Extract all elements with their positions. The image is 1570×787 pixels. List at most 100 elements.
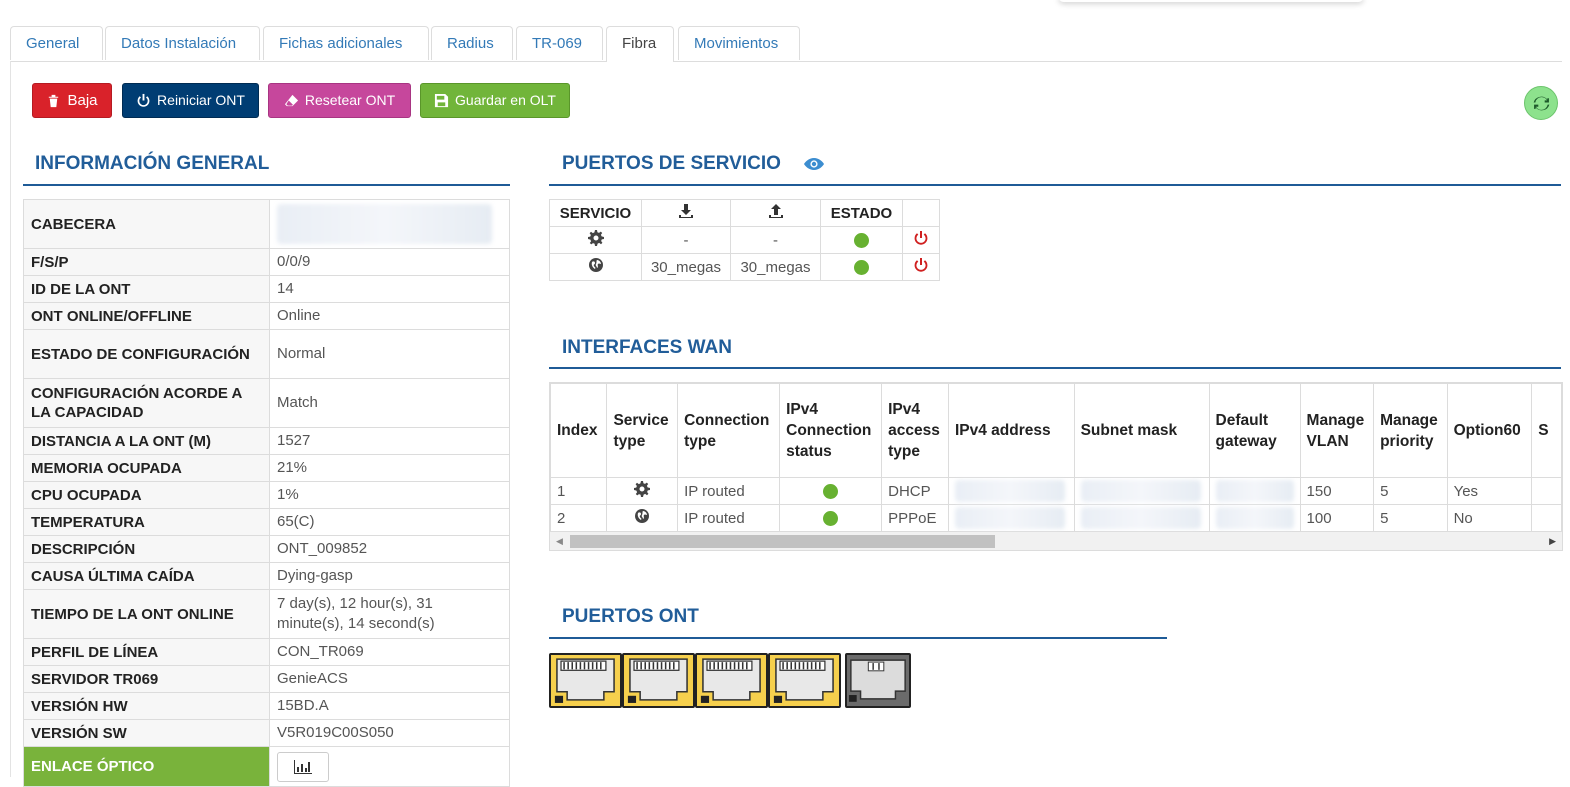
service-down-value: - [641,226,731,254]
reiniciar-ont-button[interactable]: Reiniciar ONT [122,83,259,118]
enlace-optico-cell [269,746,510,787]
wan-header: Service type [606,383,679,478]
service-row: - - [549,226,940,254]
info-row: ESTADO DE CONFIGURACIÓN Normal [23,329,510,379]
info-row: VERSIÓN HW 15BD.A [23,692,510,720]
info-key: CAUSA ÚLTIMA CAÍDA [23,562,270,590]
info-row: TEMPERATURA 65(C) [23,508,510,536]
info-row: ONT ONLINE/OFFLINE Online [23,302,510,330]
wan-connection-status [779,477,883,505]
wan-header: IPv4 access type [881,383,949,478]
horizontal-scrollbar[interactable]: ◀ ▶ [550,532,1562,550]
info-key: ENLACE ÓPTICO [23,746,270,787]
wan-row: 1 IP routed DHCP 150 5 Yes [550,477,1562,505]
wan-header: Option60 [1446,383,1533,478]
wan-extra-cell [1531,504,1562,532]
wan-ipv4-address-redacted [947,477,1075,505]
info-key: ID DE LA ONT [23,275,270,303]
guardar-en-olt-button[interactable]: Guardar en OLT [420,83,570,118]
status-online-dot [823,484,839,500]
info-value: GenieACS [269,665,510,693]
info-row: MEMORIA OCUPADA 21% [23,454,510,482]
refresh-icon [1533,96,1549,110]
info-row-cabecera: CABECERA [23,199,510,249]
ont-port-active[interactable] [695,653,768,708]
ont-port-active[interactable] [549,653,622,708]
tab-fibra[interactable]: Fibra [606,26,674,62]
wan-header: Subnet mask [1073,383,1210,478]
info-key: VERSIÓN SW [23,719,270,747]
info-row: CPU OCUPADA 1% [23,481,510,509]
scroll-right-arrow-icon[interactable]: ▶ [1549,536,1556,547]
wan-header: Default gateway [1208,383,1301,478]
wan-table-scroll-container[interactable]: Index Service type Connection type IPv4 … [549,382,1563,551]
info-key: PERFIL DE LÍNEA [23,638,270,666]
interfaces-wan-title: INTERFACES WAN [562,337,732,358]
puertos-servicio-underline [549,184,1561,186]
service-up-value: 30_megas [730,253,821,281]
wan-header-row: Index Service type Connection type IPv4 … [550,383,1562,478]
upload-icon [768,204,783,218]
wan-header: Connection type [677,383,781,478]
service-type-cell [549,226,642,254]
info-row: CONFIGURACIÓN ACORDE A LA CAPACIDAD Match [23,378,510,428]
info-value: 21% [269,454,510,482]
optical-chart-button[interactable] [277,751,329,782]
ont-port-inactive[interactable] [845,653,911,708]
wan-header: S [1531,383,1562,478]
wan-connection-status [779,504,883,532]
info-key: CPU OCUPADA [23,481,270,509]
wan-header: Index [550,383,608,478]
info-key: SERVIDOR TR069 [23,665,270,693]
baja-button[interactable]: Baja [32,83,112,118]
tab-tr069[interactable]: TR-069 [516,26,603,60]
wan-option60: Yes [1446,477,1533,505]
status-online-dot [854,233,869,249]
info-value: Dying-gasp [269,562,510,590]
wan-service-type [606,477,679,505]
wan-manage-vlan: 150 [1299,477,1375,505]
wan-subnet-mask-redacted [1073,477,1210,505]
download-icon [679,204,693,218]
globe-icon [588,258,603,272]
tab-datos-instalacion[interactable]: Datos Instalación [105,26,260,60]
ont-port-active[interactable] [622,653,695,708]
ont-port-active[interactable] [768,653,841,708]
tab-movimientos[interactable]: Movimientos [678,26,800,60]
puertos-ont-title: PUERTOS ONT [562,606,699,627]
info-row: VERSIÓN SW V5R019C00S050 [23,719,510,747]
info-value: CON_TR069 [269,638,510,666]
info-key: ONT ONLINE/OFFLINE [23,302,270,330]
resetear-ont-button[interactable]: Resetear ONT [268,83,411,118]
wan-gateway-redacted [1208,504,1301,532]
power-icon[interactable] [913,230,929,246]
info-row: SERVIDOR TR069 GenieACS [23,665,510,693]
tab-general[interactable]: General [10,26,103,60]
eye-icon[interactable] [803,156,825,172]
info-key: ESTADO DE CONFIGURACIÓN [23,329,270,379]
info-value: 1527 [269,427,510,455]
status-online-dot [823,511,839,527]
header-upload [730,199,821,227]
wan-interfaces-table: Index Service type Connection type IPv4 … [550,383,1562,532]
power-icon[interactable] [913,257,929,273]
service-action-cell [902,253,940,281]
scrollbar-thumb[interactable] [570,535,995,548]
tab-fichas-adicionales[interactable]: Fichas adicionales [263,26,429,60]
wan-access-type: PPPoE [881,504,949,532]
tab-radius[interactable]: Radius [431,26,513,60]
panel-left-border [10,61,11,777]
scroll-left-arrow-icon[interactable]: ◀ [556,536,563,547]
info-value: Normal [269,329,510,379]
info-row: DISTANCIA A LA ONT (M) 1527 [23,427,510,455]
refresh-button[interactable] [1524,86,1558,120]
wan-header: Manage VLAN [1299,383,1375,478]
wan-manage-priority: 5 [1373,477,1448,505]
service-up-value: - [730,226,821,254]
info-value: 15BD.A [269,692,510,720]
top-popup-shadow [1058,0,1364,2]
wan-access-type: DHCP [881,477,949,505]
status-online-dot [854,260,869,276]
reiniciar-label: Reiniciar ONT [157,92,245,108]
tab-bar: General Datos Instalación Fichas adicion… [10,26,1562,62]
